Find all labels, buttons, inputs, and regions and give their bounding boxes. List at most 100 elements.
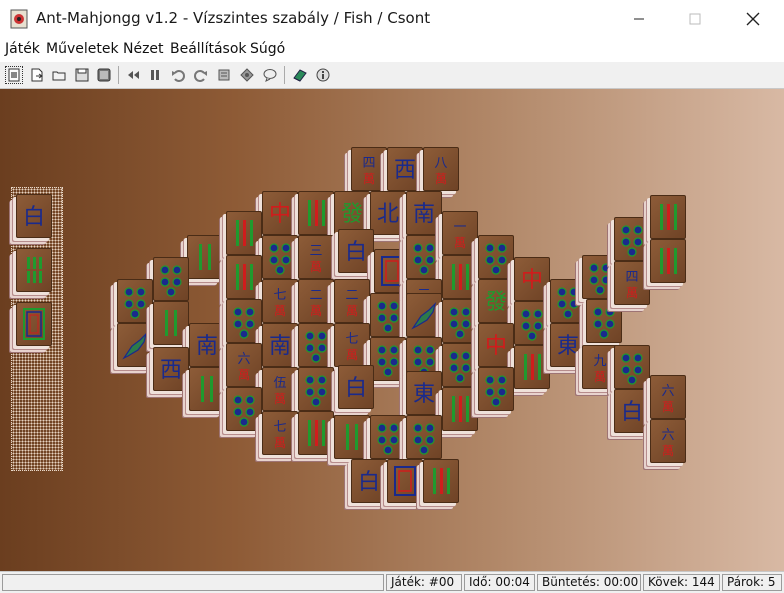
mahjong-tile[interactable]: 二萬	[334, 279, 370, 323]
mahjong-tile[interactable]: 七萬	[262, 411, 298, 455]
status-stones: Kövek: 144	[643, 574, 720, 591]
mahjong-tile[interactable]: 白	[351, 459, 387, 503]
save-as-button[interactable]	[95, 66, 113, 84]
mahjong-tile[interactable]: 六萬	[650, 419, 686, 463]
circles-tile[interactable]	[370, 415, 406, 459]
mahjong-tile[interactable]: 伍萬	[262, 367, 298, 411]
circles-tile[interactable]	[514, 301, 550, 345]
mahjong-tile[interactable]: 四萬	[614, 261, 650, 305]
bamboo-tile[interactable]	[514, 345, 550, 389]
bamboo-tile[interactable]	[153, 301, 189, 345]
circles-tile[interactable]	[153, 257, 189, 301]
bamboo-tile[interactable]	[650, 239, 686, 283]
game-board[interactable]: 白 四萬西八萬中發北南三萬白一萬七萬二萬二萬三萬發中南南七萬中東西六萬伍萬白東九…	[0, 89, 784, 571]
open-button[interactable]	[28, 66, 46, 84]
save-button[interactable]	[73, 66, 91, 84]
bamboo-tile[interactable]	[442, 255, 478, 299]
rewind-button[interactable]	[124, 66, 142, 84]
mahjong-tile[interactable]: 二萬	[298, 279, 334, 323]
menu-help[interactable]: Súgó	[250, 41, 285, 57]
minimize-button[interactable]	[610, 0, 668, 38]
circles-tile[interactable]	[370, 293, 406, 337]
open-icon	[31, 68, 43, 82]
menu-settings[interactable]: Beállítások	[170, 41, 247, 57]
circles-tile[interactable]	[614, 345, 650, 389]
menu-view[interactable]: Nézet	[123, 41, 164, 57]
circles-tile[interactable]	[406, 235, 442, 279]
bamboo-tile[interactable]	[226, 211, 262, 255]
flower-tile[interactable]	[374, 249, 410, 293]
mahjong-tile[interactable]: 北	[370, 191, 406, 235]
close-button[interactable]	[724, 0, 782, 38]
bamboo-tile[interactable]	[334, 415, 370, 459]
mahjong-tile[interactable]: 南	[262, 323, 298, 367]
mahjong-tile[interactable]: 東	[406, 371, 442, 415]
mahjong-tile[interactable]: 西	[153, 347, 189, 391]
bird-tile[interactable]	[406, 293, 442, 337]
circles-tile[interactable]	[117, 279, 153, 323]
mahjong-tile[interactable]: 一萬	[442, 211, 478, 255]
circles-tile[interactable]	[582, 255, 618, 299]
circles-tile[interactable]	[370, 337, 406, 381]
mahjong-tile[interactable]: 南	[189, 323, 225, 367]
circles-tile[interactable]	[406, 415, 442, 459]
circles-tile[interactable]	[442, 299, 478, 343]
circles-tile[interactable]	[550, 279, 586, 323]
circles-tile[interactable]	[442, 343, 478, 387]
circles-tile[interactable]	[478, 235, 514, 279]
undo-button[interactable]	[169, 66, 187, 84]
circles-tile[interactable]	[262, 235, 298, 279]
menu-game[interactable]: Játék	[5, 41, 40, 57]
tile-glyph: 中	[485, 334, 507, 359]
bamboo-tile[interactable]	[423, 459, 459, 503]
new-game-button[interactable]	[5, 66, 23, 84]
bird-tile[interactable]	[117, 323, 153, 367]
circles-tile[interactable]	[298, 323, 334, 367]
bamboo-tile[interactable]	[298, 191, 334, 235]
mahjong-tile[interactable]: 六萬	[650, 375, 686, 419]
mahjong-tile[interactable]: 三萬	[298, 235, 334, 279]
mahjong-tile[interactable]: 中	[262, 191, 298, 235]
pause-button[interactable]	[146, 66, 164, 84]
mahjong-tile[interactable]: 白	[338, 229, 374, 273]
mahjong-tile[interactable]: 發	[478, 279, 514, 323]
about-button[interactable]	[314, 66, 332, 84]
maximize-button[interactable]	[666, 0, 724, 38]
mahjong-tile[interactable]: 白	[614, 389, 650, 433]
bamboo-tile[interactable]	[187, 235, 223, 279]
circles-tile[interactable]	[586, 299, 622, 343]
mahjong-tile[interactable]: 中	[478, 323, 514, 367]
mahjong-tile[interactable]: 七萬	[262, 279, 298, 323]
mahjong-tile[interactable]: 東	[550, 323, 586, 367]
hint-button[interactable]	[215, 66, 233, 84]
shuffle-button[interactable]	[238, 66, 256, 84]
mahjong-tile[interactable]: 白	[338, 365, 374, 409]
circles-tile[interactable]	[298, 367, 334, 411]
circles-tile[interactable]	[478, 367, 514, 411]
folder-button[interactable]	[50, 66, 68, 84]
mahjong-tile[interactable]: 九萬	[582, 345, 618, 389]
mahjong-tile[interactable]: 八萬	[423, 147, 459, 191]
menu-actions[interactable]: Műveletek	[46, 41, 119, 57]
tile-glyph: 三	[309, 244, 322, 259]
redo-button[interactable]	[192, 66, 210, 84]
mahjong-tile[interactable]: 西	[387, 147, 423, 191]
tile-glyph: 四	[625, 270, 638, 285]
mahjong-tile[interactable]: 六萬	[226, 343, 262, 387]
mahjong-tile[interactable]: 七萬	[334, 323, 370, 367]
circles-tile[interactable]	[614, 217, 650, 261]
chat-button[interactable]	[261, 66, 279, 84]
circles-tile[interactable]	[226, 387, 262, 431]
bamboo-tile[interactable]	[650, 195, 686, 239]
bamboo-tile[interactable]	[442, 387, 478, 431]
mahjong-tile[interactable]: 南	[406, 191, 442, 235]
bamboo-tile[interactable]	[226, 255, 262, 299]
flower-tile[interactable]	[387, 459, 423, 503]
circles-tile[interactable]	[226, 299, 262, 343]
mahjong-tile[interactable]: 四萬	[351, 147, 387, 191]
tile-glyph: 北	[377, 202, 399, 227]
bamboo-tile[interactable]	[298, 411, 334, 455]
mahjong-tile[interactable]: 中	[514, 257, 550, 301]
rules-book-button[interactable]	[291, 66, 309, 84]
bamboo-tile[interactable]	[189, 367, 225, 411]
